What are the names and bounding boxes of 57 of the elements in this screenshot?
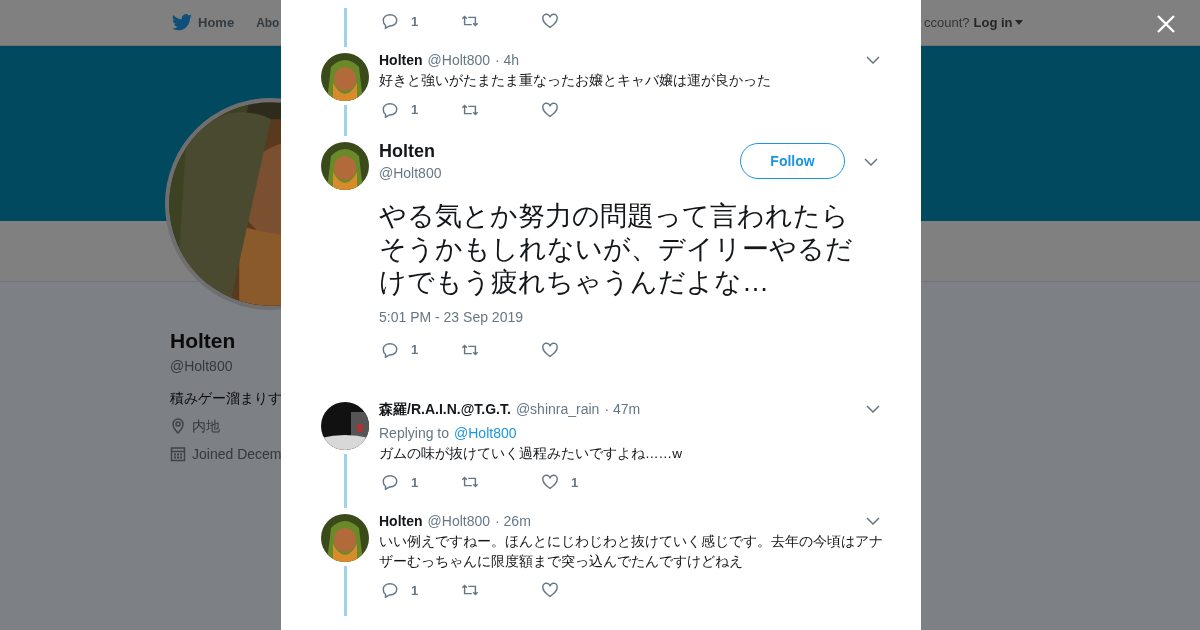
profile-handle: @Holt800 bbox=[170, 357, 233, 376]
author-name: Holten bbox=[379, 51, 423, 70]
author-handle: @Holt800 bbox=[427, 51, 491, 70]
reply-icon bbox=[381, 473, 399, 491]
tweet-time: · 47m bbox=[604, 399, 641, 419]
profile-bio: 積みゲー溜まりす bbox=[170, 389, 282, 408]
reply-button[interactable]: 1 bbox=[379, 339, 459, 360]
reply-icon bbox=[381, 100, 399, 119]
account-prompt: ccount? bbox=[924, 15, 970, 30]
heart-icon bbox=[541, 581, 559, 599]
reply-button[interactable]: 1 bbox=[379, 472, 459, 492]
author-name: 森羅/R.A.I.N.@T.G.T. bbox=[379, 399, 511, 419]
tweet-timestamp: 5:01 PM - 23 Sep 2019 bbox=[379, 307, 524, 327]
tweet-text: ガムの味が抜けていく過程みたいですよね……w bbox=[379, 444, 683, 463]
chevron-icon[interactable] bbox=[864, 157, 878, 166]
author-handle: @Holt800 bbox=[379, 163, 443, 183]
close-icon[interactable] bbox=[1157, 15, 1175, 33]
tweet-time: · 26m bbox=[495, 512, 531, 531]
heart-icon bbox=[541, 100, 559, 119]
avatar[interactable] bbox=[321, 401, 369, 450]
chevron-icon[interactable] bbox=[866, 517, 880, 525]
location-icon bbox=[170, 418, 186, 434]
author-name: Holten bbox=[379, 512, 423, 531]
calendar-icon bbox=[170, 446, 186, 462]
author-name: Holten bbox=[379, 139, 436, 163]
tweet-text: やる気とか努力の問題って言われたらそうかもしれないが、デイリーやるだけでもう疲れちゃうんだよな… bbox=[379, 199, 854, 299]
author-handle: @shinra_rain bbox=[515, 399, 600, 419]
reply-icon bbox=[381, 340, 399, 359]
home-link[interactable]: Home bbox=[198, 15, 235, 30]
avatar[interactable] bbox=[321, 141, 369, 190]
author-handle: @Holt800 bbox=[427, 512, 491, 531]
reply-button[interactable]: 1 bbox=[379, 11, 459, 31]
heart-icon bbox=[541, 12, 559, 30]
chevron-icon[interactable] bbox=[866, 404, 880, 413]
like-button[interactable]: 1 bbox=[539, 472, 619, 492]
follow-button[interactable]: Follow bbox=[740, 142, 845, 179]
profile-joined: Joined Decem bbox=[192, 445, 282, 464]
tweet-text: いい例えですねー。ほんとにじわじわと抜けていく感じです。去年の今頃はアナザーむっちゃんに限度額まで突っ込んでたんですけどねえ bbox=[379, 533, 884, 571]
mention-link[interactable]: @Holt800 bbox=[454, 422, 517, 443]
bird-icon bbox=[172, 14, 192, 31]
reply-button[interactable]: 1 bbox=[379, 580, 459, 600]
tweet-text: 好きと強いがたまたま重なったお嬢とキャバ嬢は運が良かった bbox=[379, 72, 772, 90]
login-link[interactable]: Log in bbox=[973, 15, 1023, 30]
heart-icon bbox=[541, 340, 559, 359]
avatar[interactable] bbox=[321, 53, 369, 101]
caret-icon bbox=[1014, 20, 1023, 25]
chevron-icon[interactable] bbox=[866, 56, 880, 64]
about-link[interactable]: Abo bbox=[256, 15, 280, 30]
tweet-time: · 4h bbox=[495, 51, 520, 70]
profile-name: Holten bbox=[170, 328, 236, 354]
reply-icon bbox=[381, 12, 399, 30]
avatar[interactable] bbox=[321, 514, 369, 562]
heart-icon bbox=[541, 473, 559, 491]
profile-location: 内地 bbox=[192, 417, 220, 436]
reply-icon bbox=[381, 581, 399, 599]
replying-label: Replying to bbox=[379, 423, 450, 443]
reply-button[interactable]: 1 bbox=[379, 99, 459, 120]
